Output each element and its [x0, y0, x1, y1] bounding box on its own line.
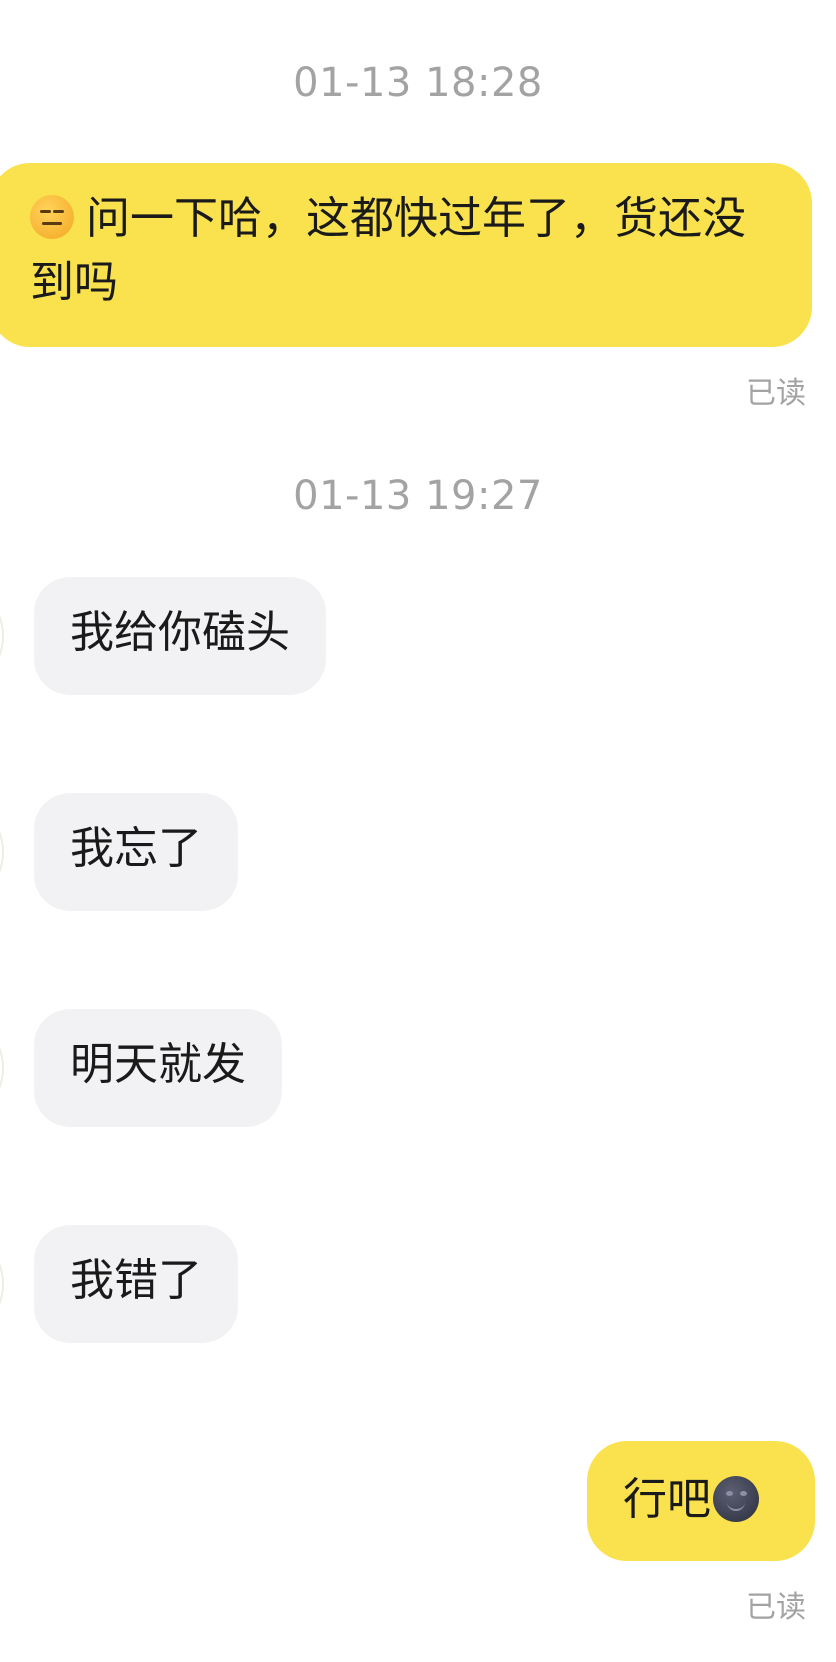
message-text: 明天就发	[70, 1039, 246, 1090]
message-text: 我给你磕头	[70, 607, 290, 658]
sender-avatar[interactable]	[0, 1032, 4, 1104]
message-text: 问一下哈，这都快过年了，货还没到吗	[30, 193, 746, 308]
sender-avatar[interactable]	[0, 816, 4, 888]
incoming-message-bubble[interactable]: 我忘了	[34, 793, 238, 911]
incoming-message-bubble[interactable]: 我错了	[34, 1225, 238, 1343]
outgoing-message-bubble[interactable]: 问一下哈，这都快过年了，货还没到吗	[0, 163, 812, 347]
sender-avatar[interactable]	[0, 1248, 4, 1320]
message-text: 行吧	[623, 1474, 711, 1525]
timestamp: 01-13 19:27	[293, 473, 543, 519]
incoming-message-bubble[interactable]: 明天就发	[34, 1009, 282, 1127]
incoming-message-bubble[interactable]: 我给你磕头	[34, 577, 326, 695]
read-status: 已读	[746, 1590, 806, 1625]
message-text: 我忘了	[70, 823, 202, 874]
outgoing-message-bubble[interactable]: 行吧	[587, 1441, 815, 1561]
new-moon-face-icon	[713, 1476, 759, 1522]
expressionless-face-icon	[30, 195, 74, 239]
message-text: 我错了	[70, 1255, 202, 1306]
sender-avatar[interactable]	[0, 600, 4, 672]
read-status: 已读	[746, 376, 806, 411]
timestamp: 01-13 18:28	[293, 60, 543, 106]
